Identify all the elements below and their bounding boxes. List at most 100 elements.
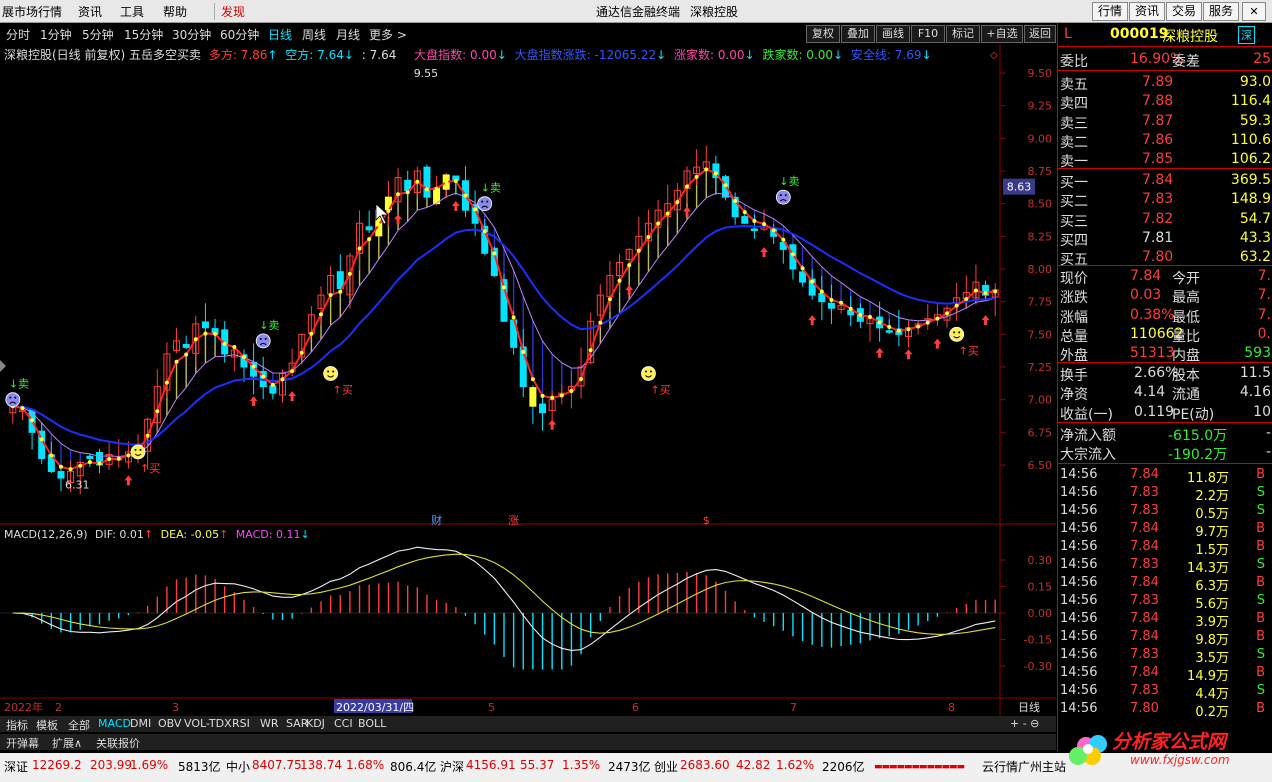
sell-signal-label: ↓卖: [259, 319, 279, 332]
btn-draw[interactable]: 画线: [876, 25, 910, 43]
stock-title: 深粮控股: [690, 5, 739, 19]
tick-row[interactable]: 14:56 7.83 2.2万 S: [1060, 484, 1271, 504]
indicator-tab[interactable]: WR: [260, 717, 279, 730]
tf-daily[interactable]: 日线: [268, 26, 292, 43]
tick-row[interactable]: 14:56 7.83 3.5万 S: [1060, 646, 1271, 666]
btn-service[interactable]: 服务: [1203, 2, 1239, 21]
tick-row[interactable]: 14:56 7.84 6.3万 B: [1060, 574, 1271, 594]
menu-discover[interactable]: 发现: [214, 3, 245, 20]
indicator-tab[interactable]: DMI: [130, 717, 151, 730]
indicator-tab[interactable]: RSI: [232, 717, 250, 730]
flow-value: -190.2万: [1168, 447, 1228, 464]
tick-cell: 0.2万: [1195, 705, 1229, 720]
indicator-tab[interactable]: 全部: [68, 717, 90, 733]
tick-row[interactable]: 14:56 7.83 14.3万 S: [1060, 556, 1271, 576]
tf-30min[interactable]: 30分钟: [172, 26, 211, 43]
signal-dot: [704, 167, 709, 172]
flow-label: 净流入额: [1060, 428, 1116, 444]
ask-vol: 106.2: [1230, 151, 1271, 168]
signal-dot: [20, 406, 25, 411]
indicator-tab[interactable]: KDJ: [306, 717, 325, 730]
ask-vol: 110.6: [1230, 131, 1271, 148]
tick-cell: B: [1256, 665, 1265, 680]
btn-back[interactable]: 返回: [1024, 25, 1056, 43]
event-label: 涨: [508, 514, 519, 527]
tick-row[interactable]: 14:56 7.80 0.2万 B: [1060, 700, 1271, 720]
signal-dot: [97, 461, 102, 466]
tf-60min[interactable]: 60分钟: [220, 26, 259, 43]
tick-row[interactable]: 14:56 7.83 0.5万 S: [1060, 502, 1271, 522]
signal-dot: [174, 359, 179, 364]
indicator-tab[interactable]: MACD: [98, 717, 131, 730]
tab-expand[interactable]: 扩展∧: [52, 735, 82, 751]
tick-row[interactable]: 14:56 7.83 5.6万 S: [1060, 592, 1271, 612]
tf-weekly[interactable]: 周线: [302, 26, 326, 43]
indicator-tab[interactable]: BOLL: [358, 717, 386, 730]
zoom-controls[interactable]: + - ⊖: [1010, 717, 1039, 730]
btn-overlay[interactable]: 叠加: [841, 25, 875, 43]
up-arrow-icon: [682, 206, 691, 217]
tick-row[interactable]: 14:56 7.84 3.9万 B: [1060, 610, 1271, 630]
duo-value: 多方: 7.86: [208, 48, 268, 62]
smile-face-icon: ↑买: [323, 366, 353, 397]
indicator-tab[interactable]: SAR: [286, 717, 308, 730]
tick-row[interactable]: 14:56 7.84 14.9万 B: [1060, 664, 1271, 684]
kline-chart[interactable]: 9.55 6.31 ↓卖 ↑买 ↓卖 ↑买 ↓卖 ↑买 ↓卖 ↑买财 涨 $ ◇ 9.50 9.25 9.0…: [0, 44, 1056, 716]
tick-row[interactable]: 14:56 7.84 11.8万 B: [1060, 466, 1271, 486]
stat-label: 总量: [1060, 328, 1088, 345]
cy-chg: 42.82: [736, 758, 771, 772]
stat-value: 51313: [1130, 345, 1175, 362]
stat-value2: 7.: [1257, 306, 1271, 323]
macd-tick: 0.30: [1028, 554, 1053, 567]
price-tick: 9.25: [1028, 100, 1053, 113]
signal-dot: [241, 354, 246, 359]
tick-row[interactable]: 14:56 7.84 9.7万 B: [1060, 520, 1271, 540]
low-label: 6.31: [65, 479, 90, 492]
tf-1min[interactable]: 1分钟: [40, 26, 72, 43]
tab-related[interactable]: 关联报价: [96, 735, 140, 751]
btn-mark[interactable]: 标记: [946, 25, 980, 43]
indicator-tab[interactable]: CCI: [334, 717, 353, 730]
sz-amt: 5813亿: [178, 760, 221, 774]
btn-trade[interactable]: 交易: [1166, 2, 1202, 21]
tick-cell: 14:56: [1060, 683, 1098, 698]
expand-left-icon[interactable]: [0, 360, 6, 372]
indicator-tab[interactable]: 指标: [6, 717, 28, 733]
tick-cell: 14:56: [1060, 665, 1098, 680]
close-icon[interactable]: ✕: [1242, 2, 1266, 21]
menu-market[interactable]: 展市场行情: [2, 3, 62, 20]
signal-dot: [675, 200, 680, 205]
menu-tools[interactable]: 工具: [120, 3, 144, 20]
tf-more[interactable]: 更多 >: [369, 26, 407, 43]
tab-danmu[interactable]: 开弹幕: [6, 735, 39, 751]
menu-news[interactable]: 资讯: [78, 3, 102, 20]
ask-row: 卖二 7.86 110.6: [1060, 131, 1271, 151]
tick-row[interactable]: 14:56 7.84 9.8万 B: [1060, 628, 1271, 648]
tick-row[interactable]: 14:56 7.84 1.5万 B: [1060, 538, 1271, 558]
btn-market[interactable]: 行情: [1092, 2, 1128, 21]
candle-body: [57, 471, 65, 479]
bid-vol: 148.9: [1230, 191, 1271, 208]
signal-dot: [829, 297, 834, 302]
up-arrow-icon: [904, 349, 913, 360]
cloud-host: 云行情广州主站: [982, 760, 1067, 774]
tf-15min[interactable]: 15分钟: [124, 26, 163, 43]
menu-help[interactable]: 帮助: [163, 3, 187, 20]
tf-monthly[interactable]: 月线: [336, 26, 360, 43]
fxjgsw-logo: 分析家公式网 www.fxjgsw.com: [1069, 731, 1230, 767]
zx-chg: 138.74: [300, 758, 342, 772]
btn-add-watch[interactable]: +自选: [981, 25, 1023, 43]
btn-f10[interactable]: F10: [911, 25, 945, 43]
signal-dot: [376, 222, 381, 227]
signal-dot: [964, 297, 969, 302]
indicator-tab[interactable]: 模板: [36, 717, 58, 733]
tick-row[interactable]: 14:56 7.83 4.4万 S: [1060, 682, 1271, 702]
tf-5min[interactable]: 5分钟: [82, 26, 114, 43]
btn-fuquan[interactable]: 复权: [806, 25, 840, 43]
indicator-tab[interactable]: VOL-TDX: [184, 717, 232, 730]
indicator-tab[interactable]: OBV: [158, 717, 181, 730]
tf-fenshi[interactable]: 分时: [6, 26, 30, 43]
tick-cell: 7.84: [1130, 575, 1159, 590]
smile-face-icon: ↑买: [949, 326, 979, 357]
btn-info[interactable]: 资讯: [1129, 2, 1165, 21]
